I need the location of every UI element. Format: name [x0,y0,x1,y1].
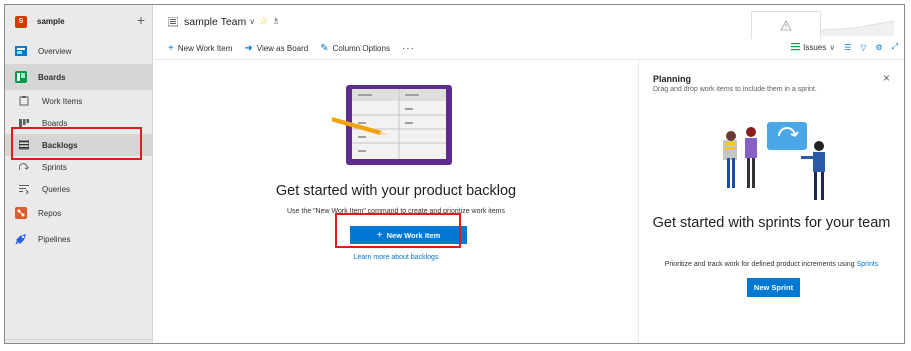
settings-sliders-icon[interactable]: ☰ [844,43,851,52]
backlog-level-icon [791,43,801,51]
warning-icon [780,20,792,31]
filter-icon[interactable]: ▽ [860,43,866,52]
toolbar-label: Column Options [332,44,390,53]
chevron-down-icon: ∨ [829,42,836,52]
sidebar-item-label: Boards [38,72,66,82]
page-header: sample Team ∨ ☆ ♗ [154,5,904,39]
chevron-down-icon[interactable]: ∨ [249,17,255,26]
toolbar-right: Issues ∨ ☰ ▽ ⚙ ⤢ [782,42,898,52]
sprints-icon [19,163,29,171]
sidebar: S sample + Overview Boards Work Items Bo… [5,5,153,343]
sprint-planning-illustration [723,122,825,200]
learn-more-link[interactable]: Learn more about backlogs [154,254,638,261]
sidebar-item-label: Pipelines [38,234,71,244]
work-items-icon [19,96,29,106]
column-options-button[interactable]: ✎ Column Options [320,42,390,54]
more-actions-icon[interactable]: ··· [402,43,415,54]
sidebar-item-repos[interactable]: Repos [5,200,152,226]
view-as-board-button[interactable]: ➜ View as Board [244,42,309,54]
panel-subtext-text: Prioritize and track work for defined pr… [664,261,855,268]
toolbar-label: View as Board [256,44,309,53]
panel-description: Drag and drop work items to include them… [653,86,817,93]
toolbar: + New Work Item ➜ View as Board ✎ Column… [154,38,904,60]
highlight-box-backlogs [11,127,142,160]
new-sprint-button[interactable]: New Sprint [747,278,800,297]
new-work-item-toolbar-button[interactable]: + New Work Item [168,42,233,54]
highlight-box-new-work-item [335,213,461,248]
repos-icon [15,207,27,219]
sidebar-item-label: Repos [38,208,62,218]
sidebar-item-boards[interactable]: Boards [5,64,152,90]
close-icon[interactable]: × [883,71,890,85]
page-title[interactable]: sample Team [184,16,246,28]
app-frame: S sample + Overview Boards Work Items Bo… [4,4,905,344]
empty-state-headline: Get started with your product backlog [275,183,517,199]
backlog-level-dropdown[interactable]: Issues ∨ [791,43,835,52]
panel-title: Planning [653,74,691,84]
arrow-circle-icon: ➜ [244,42,253,54]
backlog-level-label: Issues [803,42,827,52]
sidebar-subitem-label: Queries [42,184,71,194]
favorite-star-icon[interactable]: ☆ [259,16,268,27]
sidebar-subitem-label: Work Items [42,96,83,106]
gear-icon[interactable]: ⚙ [875,43,882,52]
team-members-icon[interactable]: ♗ [272,16,280,27]
velocity-sparkline [821,20,894,36]
sidebar-item-overview[interactable]: Overview [5,38,152,64]
warning-panel [751,11,821,39]
sidebar-footer [5,339,152,343]
toolbar-label: New Work Item [177,44,233,53]
sidebar-subitem-label: Sprints [42,162,67,172]
pencil-icon: ✎ [320,42,329,54]
add-icon[interactable]: + [137,13,145,27]
main-area: sample Team ∨ ☆ ♗ + New Work Item ➜ View… [154,5,904,343]
project-header[interactable]: S sample + [5,5,152,38]
panel-headline: Get started with sprints for your team [652,215,891,231]
sidebar-item-pipelines[interactable]: Pipelines [5,226,152,252]
panel-subtext: Prioritize and track work for defined pr… [639,261,904,268]
backlog-empty-state: Get started with your product backlog Us… [154,60,638,343]
sprints-link[interactable]: Sprints [857,261,879,268]
planning-panel: Planning × Drag and drop work items to i… [638,60,904,343]
boards-icon [15,71,27,83]
sidebar-item-label: Overview [38,46,72,56]
overview-icon [15,46,27,56]
plus-icon: + [168,42,174,54]
project-badge: S [15,15,27,28]
expand-icon[interactable]: ⤢ [892,42,898,52]
backlog-list-icon [168,16,178,26]
backlog-illustration [332,85,452,165]
sidebar-subitem-work-items[interactable]: Work Items [5,90,152,112]
sidebar-subitem-queries[interactable]: Queries [5,178,152,200]
project-name[interactable]: sample [37,17,65,26]
pipelines-icon [15,234,26,245]
queries-icon [19,185,29,194]
